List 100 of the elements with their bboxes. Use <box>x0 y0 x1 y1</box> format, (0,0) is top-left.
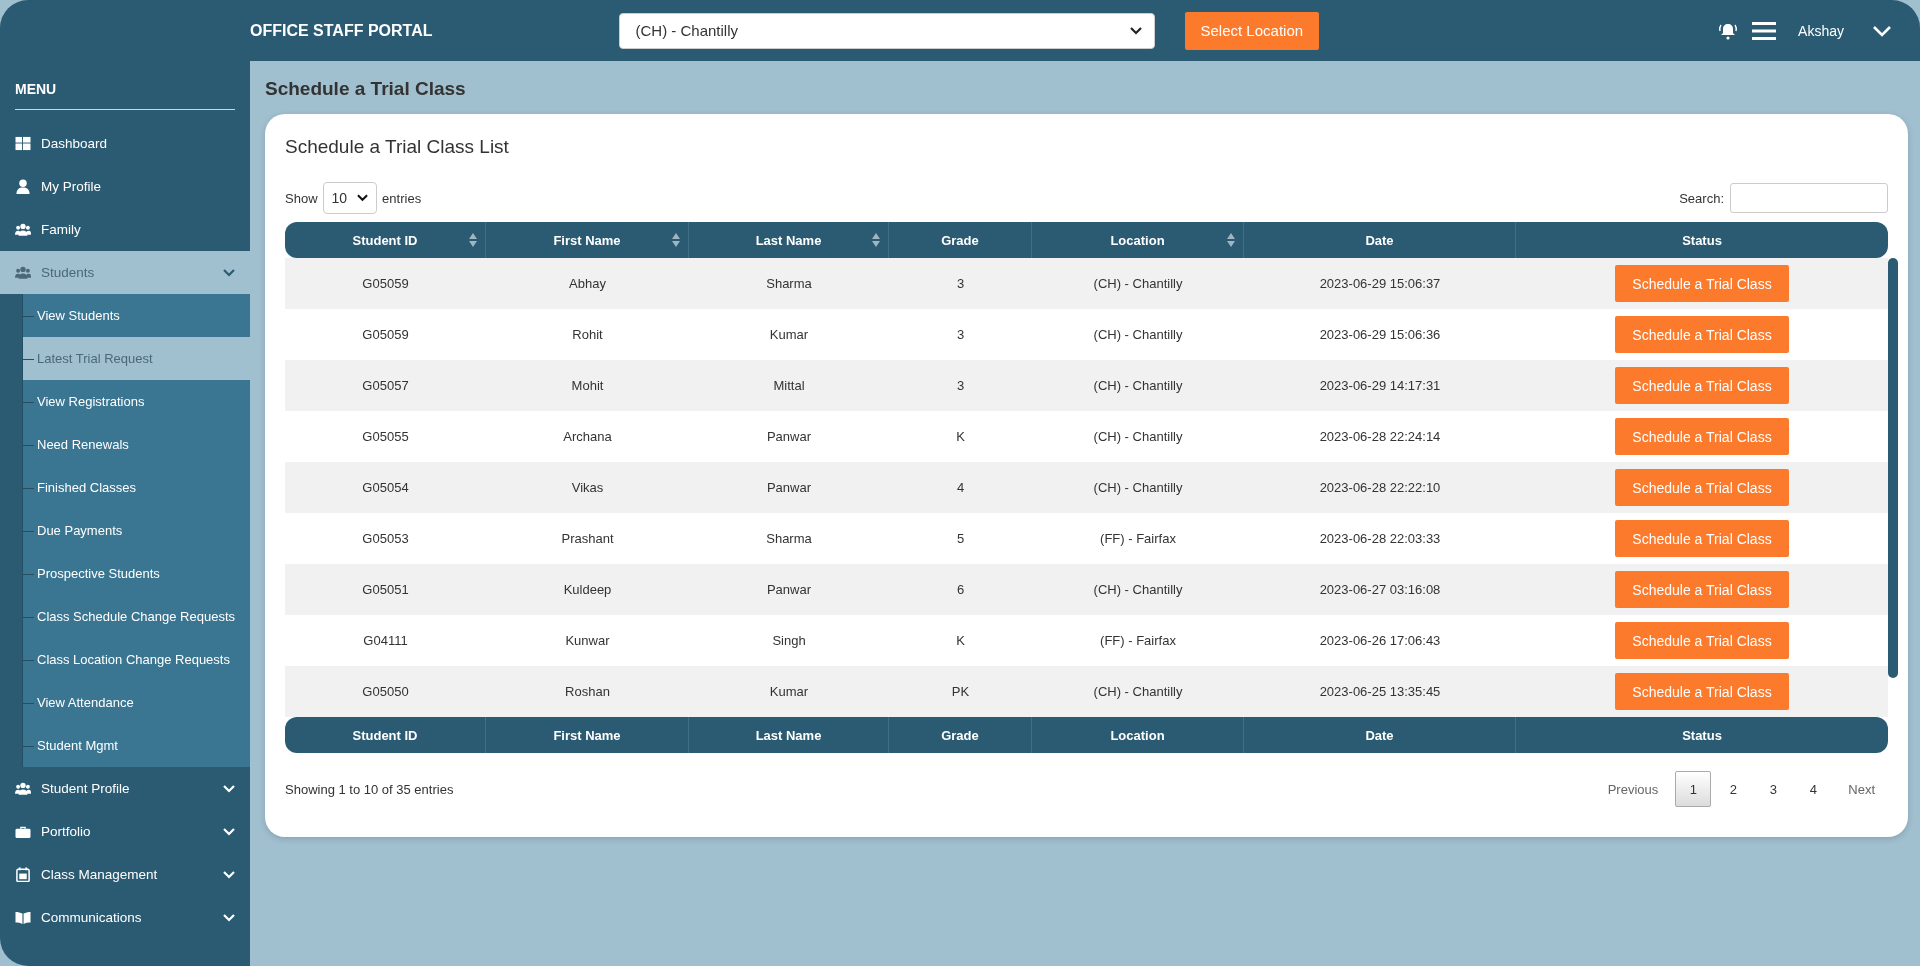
location-select[interactable]: (CH) - Chantilly <box>618 12 1155 49</box>
chevron-down-icon <box>223 827 235 836</box>
table-cell-text: G05057 <box>361 378 410 393</box>
table-cell-text: (CH) - Chantilly <box>1092 429 1184 444</box>
table-cell-text: 2023-06-28 22:03:33 <box>1318 531 1442 546</box>
search-field[interactable] <box>1730 183 1888 213</box>
table-cell-text: G05053 <box>361 531 410 546</box>
menu-icon[interactable] <box>1752 20 1777 41</box>
column-footer: Status <box>1682 727 1722 743</box>
column-header[interactable]: Student ID <box>352 232 418 248</box>
page-link[interactable]: 2 <box>1715 771 1752 807</box>
table-cell-text: Sharma <box>765 531 813 546</box>
table-cell-text: Mohit <box>570 378 605 393</box>
table-cell-text: Kumar <box>768 327 810 342</box>
chevron-down-icon <box>223 268 235 277</box>
group-icon <box>15 222 31 237</box>
sidebar-item[interactable]: My Profile <box>0 165 250 208</box>
group-icon <box>15 265 31 280</box>
table-cell-text: 2023-06-26 17:06:43 <box>1318 633 1442 648</box>
table-cell-text: Kumar <box>768 684 810 699</box>
table-cell-text: G05055 <box>361 429 410 444</box>
table-cell-text: Prashant <box>560 531 615 546</box>
page-size-select[interactable]: 10 <box>322 182 378 214</box>
sidebar-subitem[interactable]: Latest Trial Request <box>23 337 250 380</box>
sidebar-item[interactable]: Communications <box>0 896 250 939</box>
scrollbar[interactable] <box>1888 258 1898 678</box>
column-footer: Date <box>1365 727 1394 743</box>
grid-icon <box>15 136 31 151</box>
table-cell-text: 2023-06-28 22:24:14 <box>1318 429 1442 444</box>
sort-icon[interactable] <box>872 233 880 247</box>
table-cell-text: 2023-06-27 03:16:08 <box>1318 582 1442 597</box>
table-cell-text: Singh <box>771 633 807 648</box>
sort-icon[interactable] <box>672 233 680 247</box>
table-cell-text: Panwar <box>765 429 813 444</box>
table-cell-text: K <box>955 633 966 648</box>
table-cell-text: (CH) - Chantilly <box>1092 684 1184 699</box>
column-header[interactable]: Grade <box>941 232 979 248</box>
user-name[interactable]: Akshay <box>1798 22 1844 39</box>
group-icon <box>15 781 31 796</box>
sidebar-item[interactable]: Student Profile <box>0 767 250 810</box>
table-cell-text: (FF) - Fairfax <box>1099 531 1177 546</box>
sort-icon[interactable] <box>1227 233 1235 247</box>
page-title: Schedule a Trial Class <box>265 78 467 100</box>
table-cell-text: Sharma <box>765 276 813 291</box>
sort-icon[interactable] <box>469 233 477 247</box>
entries-label: entries <box>382 190 422 206</box>
column-header[interactable]: First Name <box>553 232 621 248</box>
column-header[interactable]: Last Name <box>755 232 822 248</box>
table-cell-text: (CH) - Chantilly <box>1092 327 1184 342</box>
page-link[interactable]: 3 <box>1755 771 1792 807</box>
table-cell-text: 4 <box>955 480 966 495</box>
column-footer: Grade <box>941 727 979 743</box>
page-link[interactable]: 4 <box>1795 771 1832 807</box>
sidebar-item[interactable]: Dashboard <box>0 122 250 165</box>
table-cell-text: (CH) - Chantilly <box>1092 378 1184 393</box>
user-icon <box>15 179 31 194</box>
next-link[interactable]: Next <box>1835 771 1888 807</box>
column-footer: First Name <box>553 727 621 743</box>
sidebar-subitem[interactable]: Need Renewals <box>23 423 250 466</box>
sidebar-subitem[interactable]: View Attendance <box>23 681 250 724</box>
sidebar-subitem[interactable]: Prospective Students <box>23 552 250 595</box>
column-footer: Location <box>1110 727 1165 743</box>
show-label: Show <box>285 190 318 206</box>
table-cell-text: Kuldeep <box>562 582 613 597</box>
table-cell-text: (FF) - Fairfax <box>1099 633 1177 648</box>
table-cell-text: (CH) - Chantilly <box>1092 582 1184 597</box>
sidebar-subitem[interactable]: View Students <box>23 294 250 337</box>
sidebar-subitem[interactable]: Class Location Change Requests <box>23 638 250 681</box>
page-link[interactable]: 1 <box>1675 771 1712 807</box>
sidebar-item[interactable]: Class Management <box>0 853 250 896</box>
table-cell-text: Panwar <box>765 582 813 597</box>
briefcase-icon <box>15 824 31 839</box>
table-cell-text: Panwar <box>765 480 813 495</box>
chevron-down-icon[interactable] <box>1872 24 1892 37</box>
table-cell-text: 3 <box>955 276 966 291</box>
table-cell-text: G05050 <box>361 684 410 699</box>
table-cell-text: 2023-06-29 15:06:37 <box>1318 276 1442 291</box>
column-header[interactable]: Date <box>1365 232 1394 248</box>
card-title: Schedule a Trial Class List <box>285 136 510 158</box>
sidebar-subitem[interactable]: Class Schedule Change Requests <box>23 595 250 638</box>
search-label: Search: <box>1679 190 1724 206</box>
portal-title: OFFICE STAFF PORTAL <box>250 21 433 40</box>
table-cell-text: G05051 <box>361 582 410 597</box>
column-header[interactable]: Status <box>1682 232 1722 248</box>
sidebar-item[interactable]: Family <box>0 208 250 251</box>
column-header[interactable]: Location <box>1110 232 1165 248</box>
sidebar-item[interactable]: Portfolio <box>0 810 250 853</box>
table-cell-text: (CH) - Chantilly <box>1092 480 1184 495</box>
sidebar-subitem[interactable]: Finished Classes <box>23 466 250 509</box>
sidebar-subitem[interactable]: Student Mgmt <box>23 724 250 767</box>
table-cell-text: Vikas <box>570 480 605 495</box>
previous-link[interactable]: Previous <box>1594 771 1672 807</box>
table-cell-text: 5 <box>955 531 966 546</box>
table-cell-text: Abhay <box>568 276 607 291</box>
column-footer: Last Name <box>755 727 822 743</box>
sidebar-subitem[interactable]: View Registrations <box>23 380 250 423</box>
chevron-down-icon <box>357 194 369 202</box>
table-cell-text: 2023-06-29 15:06:36 <box>1318 327 1442 342</box>
sidebar-subitem[interactable]: Due Payments <box>23 509 250 552</box>
sidebar-item[interactable]: Students <box>0 251 250 294</box>
